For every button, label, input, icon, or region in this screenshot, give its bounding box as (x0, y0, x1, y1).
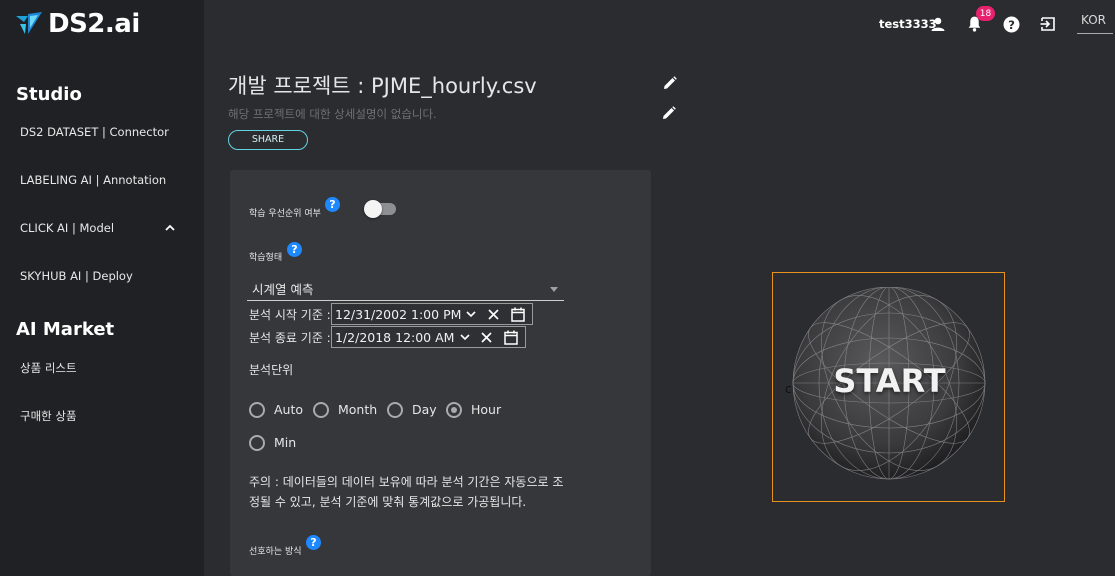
radio-circle (446, 402, 462, 418)
sidebar-item-click-ai[interactable]: CLICK AI | Model (20, 221, 114, 235)
analysis-note: 주의 : 데이터들의 데이터 보유에 따라 분석 기간은 자동으로 조정될 수 … (249, 475, 564, 509)
chevron-down-icon[interactable] (460, 334, 470, 341)
help-icon[interactable]: ? (1003, 16, 1020, 33)
username[interactable]: test3333 (879, 17, 937, 31)
language-selector[interactable]: KOR (1081, 13, 1106, 27)
toggle-knob (364, 200, 382, 218)
priority-label: 학습 우선순위 여부 (249, 209, 321, 219)
sidebar: DS2.ai Studio DS2 DATASET | Connector LA… (0, 0, 204, 576)
calendar-icon[interactable] (511, 307, 525, 322)
clear-icon[interactable] (488, 309, 499, 320)
edit-title-icon[interactable] (663, 76, 677, 90)
project-title: 개발 프로젝트 : PJME_hourly.csv (228, 74, 537, 98)
radio-label: Month (338, 402, 378, 417)
unit-label: 분석단위 (249, 363, 294, 377)
svg-text:?: ? (1008, 18, 1015, 32)
sidebar-item-purchased[interactable]: 구매한 상품 (20, 408, 77, 424)
sidebar-item-skyhub[interactable]: SKYHUB AI | Deploy (20, 269, 133, 283)
radio-label: Hour (471, 402, 502, 417)
sidebar-item-labeling[interactable]: LABELING AI | Annotation (20, 173, 166, 187)
train-type-help-icon[interactable]: ? (287, 242, 302, 257)
settings-panel: 학습 우선순위 여부 ? 학습형태 ? 시계열 예측 분석 시작 기준 : 12… (230, 170, 651, 576)
brand-name: DS2.ai (48, 9, 140, 39)
start-button[interactable]: START (772, 272, 1005, 502)
language-underline (1077, 33, 1113, 34)
ds2-logo-icon (16, 12, 42, 34)
radio-label: Auto (274, 402, 304, 417)
train-type-value: 시계열 예측 (252, 282, 314, 297)
train-type-select[interactable]: 시계열 예측 (247, 276, 564, 301)
end-date-input[interactable]: 1/2/2018 12:00 AM (331, 326, 526, 348)
preference-help-icon[interactable]: ? (306, 535, 321, 550)
notification-badge: 18 (976, 6, 995, 21)
radio-label: Min (274, 435, 297, 450)
chevron-up-icon[interactable] (164, 222, 176, 232)
project-description: 해당 프로젝트에 대한 상세설명이 없습니다. (228, 107, 437, 121)
dropdown-arrow-icon (550, 287, 558, 292)
share-button[interactable]: SHARE (228, 130, 308, 150)
radio-circle (249, 402, 265, 418)
calendar-icon[interactable] (504, 330, 518, 345)
train-type-label: 학습형태 (249, 253, 283, 263)
edit-description-icon[interactable] (662, 106, 676, 120)
priority-toggle[interactable] (364, 200, 396, 218)
logout-icon[interactable] (1040, 16, 1056, 32)
radio-circle (387, 402, 403, 418)
end-date-value: 1/2/2018 12:00 AM (335, 330, 455, 345)
start-date-value: 12/31/2002 1:00 PM (335, 307, 462, 322)
preference-label: 선호하는 방식 (249, 547, 302, 557)
end-date-label: 분석 종료 기준 : (249, 331, 331, 345)
sidebar-item-dataset[interactable]: DS2 DATASET | Connector (20, 125, 169, 139)
clear-icon[interactable] (481, 332, 492, 343)
sidebar-item-product-list[interactable]: 상품 리스트 (20, 360, 77, 376)
start-label: START (833, 362, 946, 400)
radio-label: Day (412, 402, 437, 417)
chevron-down-icon[interactable] (466, 311, 476, 318)
logo[interactable]: DS2.ai (16, 8, 140, 40)
user-icon[interactable] (930, 16, 946, 32)
start-date-input[interactable]: 12/31/2002 1:00 PM (331, 303, 533, 325)
radio-circle (313, 402, 329, 418)
section-title-ai-market: AI Market (16, 319, 115, 340)
radio-circle (249, 435, 265, 451)
section-title-studio: Studio (16, 84, 82, 105)
priority-help-icon[interactable]: ? (325, 197, 340, 212)
start-date-label: 분석 시작 기준 : (249, 308, 331, 322)
